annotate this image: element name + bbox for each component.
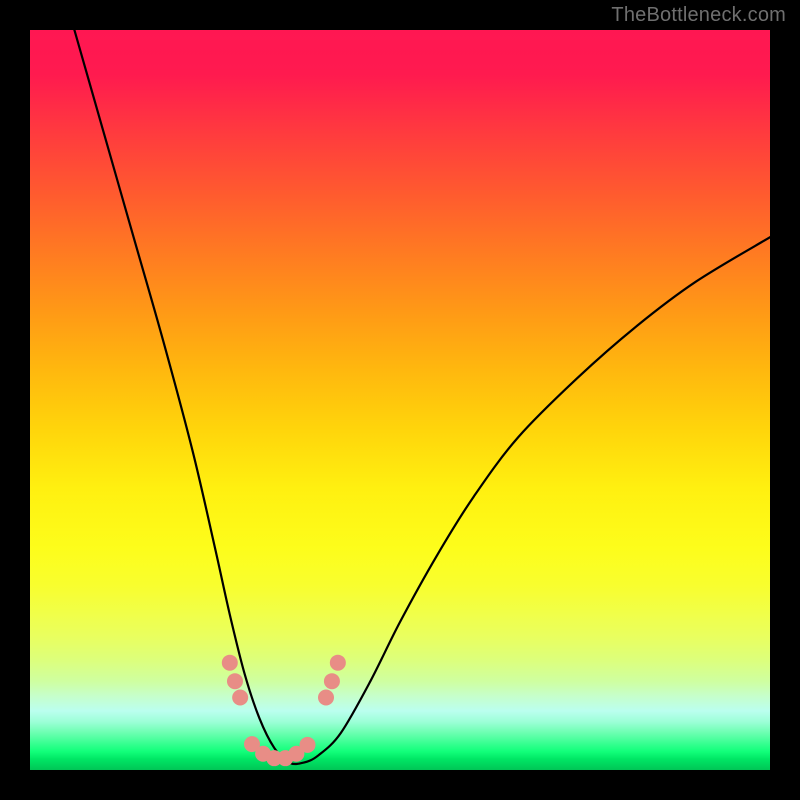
curve-marker [330,655,346,671]
curve-marker [324,673,340,689]
watermark-text: TheBottleneck.com [611,4,786,27]
plot-area [30,30,770,770]
outer-frame: TheBottleneck.com [0,0,800,800]
curve-marker [232,689,248,705]
curve-marker [222,655,238,671]
bottleneck-curve [74,30,770,764]
chart-svg [30,30,770,770]
curve-marker [227,673,243,689]
curve-marker [318,689,334,705]
curve-marker [300,737,316,753]
